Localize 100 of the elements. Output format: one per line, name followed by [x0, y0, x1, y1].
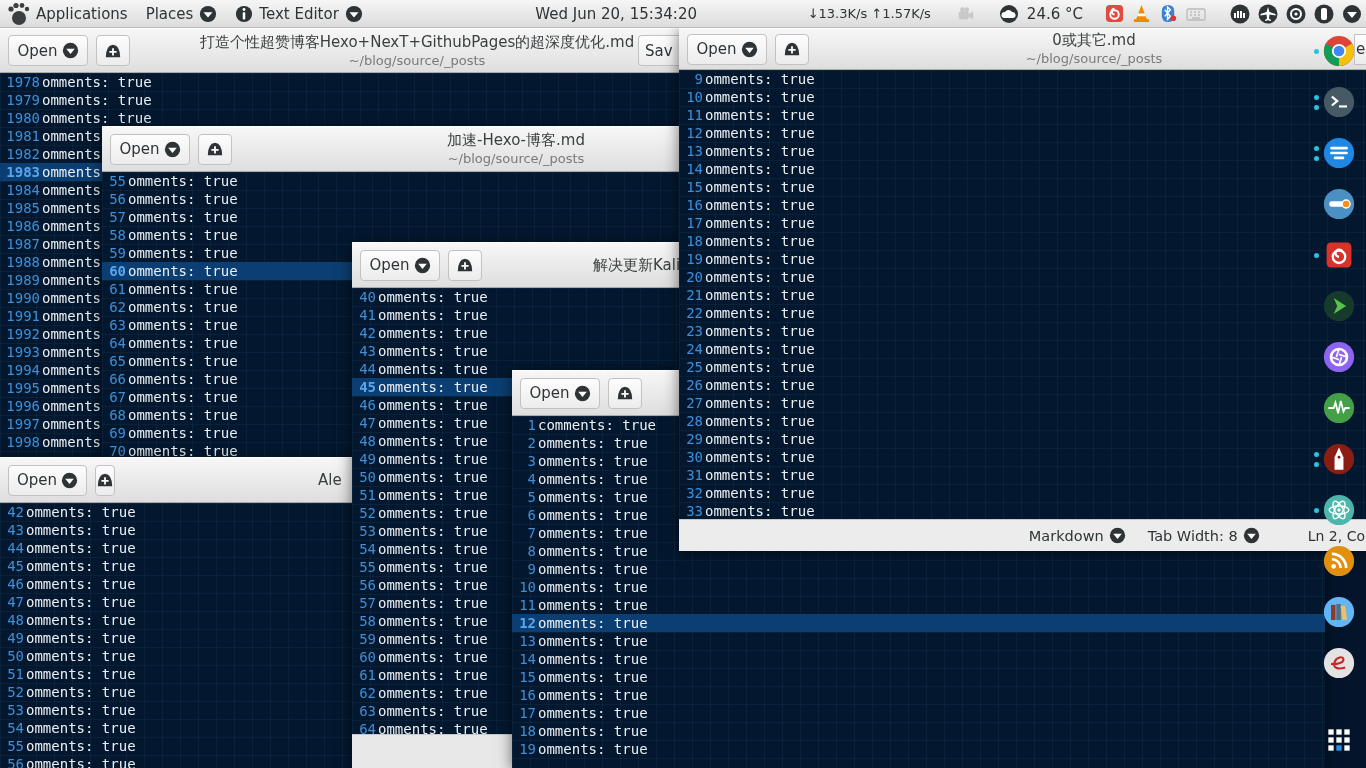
line-number: 31 — [685, 466, 704, 484]
line-number: 47 — [358, 414, 377, 432]
code-line: omments: true — [538, 470, 648, 488]
browser-icon[interactable] — [1323, 35, 1355, 67]
code-line: omments: true — [705, 304, 815, 322]
code-line: omments: true — [538, 524, 648, 542]
line-number: 18 — [518, 722, 537, 740]
caret-icon — [1108, 527, 1126, 544]
code-line: omments: true — [538, 704, 648, 722]
code-line: omments: true — [26, 701, 136, 719]
code-line: omments: true — [705, 70, 815, 88]
new-tab-button[interactable] — [96, 35, 130, 66]
new-tab-button[interactable] — [608, 377, 642, 409]
line-number: 29 — [685, 430, 704, 448]
code-line: omments: true — [705, 232, 815, 250]
terminal-icon[interactable] — [1323, 86, 1355, 118]
line-number: 10 — [685, 88, 704, 106]
line-number: 59 — [108, 244, 127, 262]
save-button[interactable]: Sav — [638, 35, 679, 66]
open-button[interactable]: Open — [8, 35, 88, 66]
line-number: 15 — [685, 178, 704, 196]
line-number: 1993 — [5, 343, 41, 361]
line-number: 1986 — [5, 217, 41, 235]
code-line: omments — [42, 217, 101, 235]
plus-icon — [456, 256, 474, 274]
atom-icon[interactable] — [1323, 494, 1355, 526]
new-tab-button[interactable] — [775, 33, 809, 65]
open-button[interactable]: Open — [687, 33, 767, 65]
code-line: omments — [42, 433, 101, 451]
toggle-icon[interactable] — [1323, 188, 1355, 220]
open-button[interactable]: Open — [110, 133, 190, 165]
bluetooth-icon[interactable] — [1159, 4, 1178, 23]
line-number: 68 — [108, 406, 127, 424]
lines-icon[interactable] — [1323, 137, 1355, 169]
line-number: 1988 — [5, 253, 41, 271]
cloud-icon[interactable] — [998, 3, 1019, 24]
menu-item[interactable]: Places — [145, 4, 194, 23]
code-line: omments: true — [128, 208, 238, 226]
line-number: 42 — [358, 324, 377, 342]
pulse-icon[interactable] — [1323, 392, 1355, 424]
books-icon[interactable] — [1323, 596, 1355, 628]
code-line: omments — [42, 181, 101, 199]
caret-icon[interactable] — [1342, 3, 1362, 24]
battery-icon[interactable] — [1314, 3, 1334, 24]
file-path: ~/blog/source/_posts — [1025, 50, 1163, 67]
save-button[interactable]: e — [1354, 33, 1366, 65]
code-line: omments: true — [378, 306, 488, 324]
rss-icon[interactable] — [1323, 545, 1355, 577]
line-number: 13 — [518, 632, 537, 650]
code-line: omments — [42, 235, 101, 253]
code-line: omments: true — [538, 632, 648, 650]
pen-nib-icon[interactable] — [1323, 443, 1355, 475]
line-number: 63 — [358, 702, 377, 720]
open-button[interactable]: Open — [360, 249, 440, 281]
airplane-icon[interactable] — [1258, 3, 1278, 24]
curl-icon[interactable] — [1323, 647, 1355, 679]
line-number: 6 — [526, 506, 537, 524]
clock[interactable]: Wed Jun 20, 15:34:20 — [535, 4, 697, 23]
window-title: 解决更新Kali — [593, 255, 681, 275]
open-button[interactable]: Open — [520, 377, 600, 409]
menu-item[interactable]: Text Editor — [259, 4, 339, 23]
disc-icon[interactable] — [1286, 3, 1306, 24]
line-number: 61 — [358, 666, 377, 684]
line-number: 7 — [526, 524, 537, 542]
line-number: 1994 — [5, 361, 41, 379]
code-line: omments: true — [26, 629, 136, 647]
line-number: 27 — [685, 394, 704, 412]
menu-item[interactable]: Applications — [36, 4, 128, 23]
chevron-icon[interactable] — [1323, 290, 1355, 322]
aperture-icon[interactable] — [1323, 341, 1355, 373]
line-number: 59 — [358, 630, 377, 648]
network-icon[interactable] — [1230, 3, 1250, 24]
tab-width-dropdown[interactable]: Tab Width: 8 — [1147, 521, 1260, 550]
line-number: 19 — [685, 250, 704, 268]
window-title: 0或其它.md — [1052, 31, 1136, 50]
plus-icon — [616, 384, 634, 402]
line-number: 53 — [358, 522, 377, 540]
code-line: omments: true — [128, 424, 238, 442]
paw-icon[interactable] — [6, 1, 30, 26]
line-number: 56 — [108, 190, 127, 208]
line-number: 45 — [6, 557, 25, 575]
code-line: omments — [42, 397, 101, 415]
line-number: 47 — [6, 593, 25, 611]
code-line: omments: true — [378, 468, 488, 486]
new-tab-button[interactable] — [448, 249, 482, 281]
language-dropdown[interactable]: Markdown — [1028, 521, 1126, 550]
line-number: 40 — [358, 288, 377, 306]
line-number: 66 — [108, 370, 127, 388]
code-line: comments: true — [538, 416, 656, 434]
caret-icon — [61, 42, 79, 59]
caret-icon — [1242, 527, 1260, 544]
code-line: omments: true — [705, 160, 815, 178]
line-number: 62 — [108, 298, 127, 316]
open-button[interactable]: Open — [8, 464, 88, 496]
new-tab-button[interactable] — [95, 464, 116, 496]
code-line: omments — [42, 361, 101, 379]
new-tab-button[interactable] — [198, 133, 232, 165]
line-number: 1 — [526, 416, 537, 434]
line-number: 18 — [685, 232, 704, 250]
line-number: 70 — [108, 442, 127, 457]
